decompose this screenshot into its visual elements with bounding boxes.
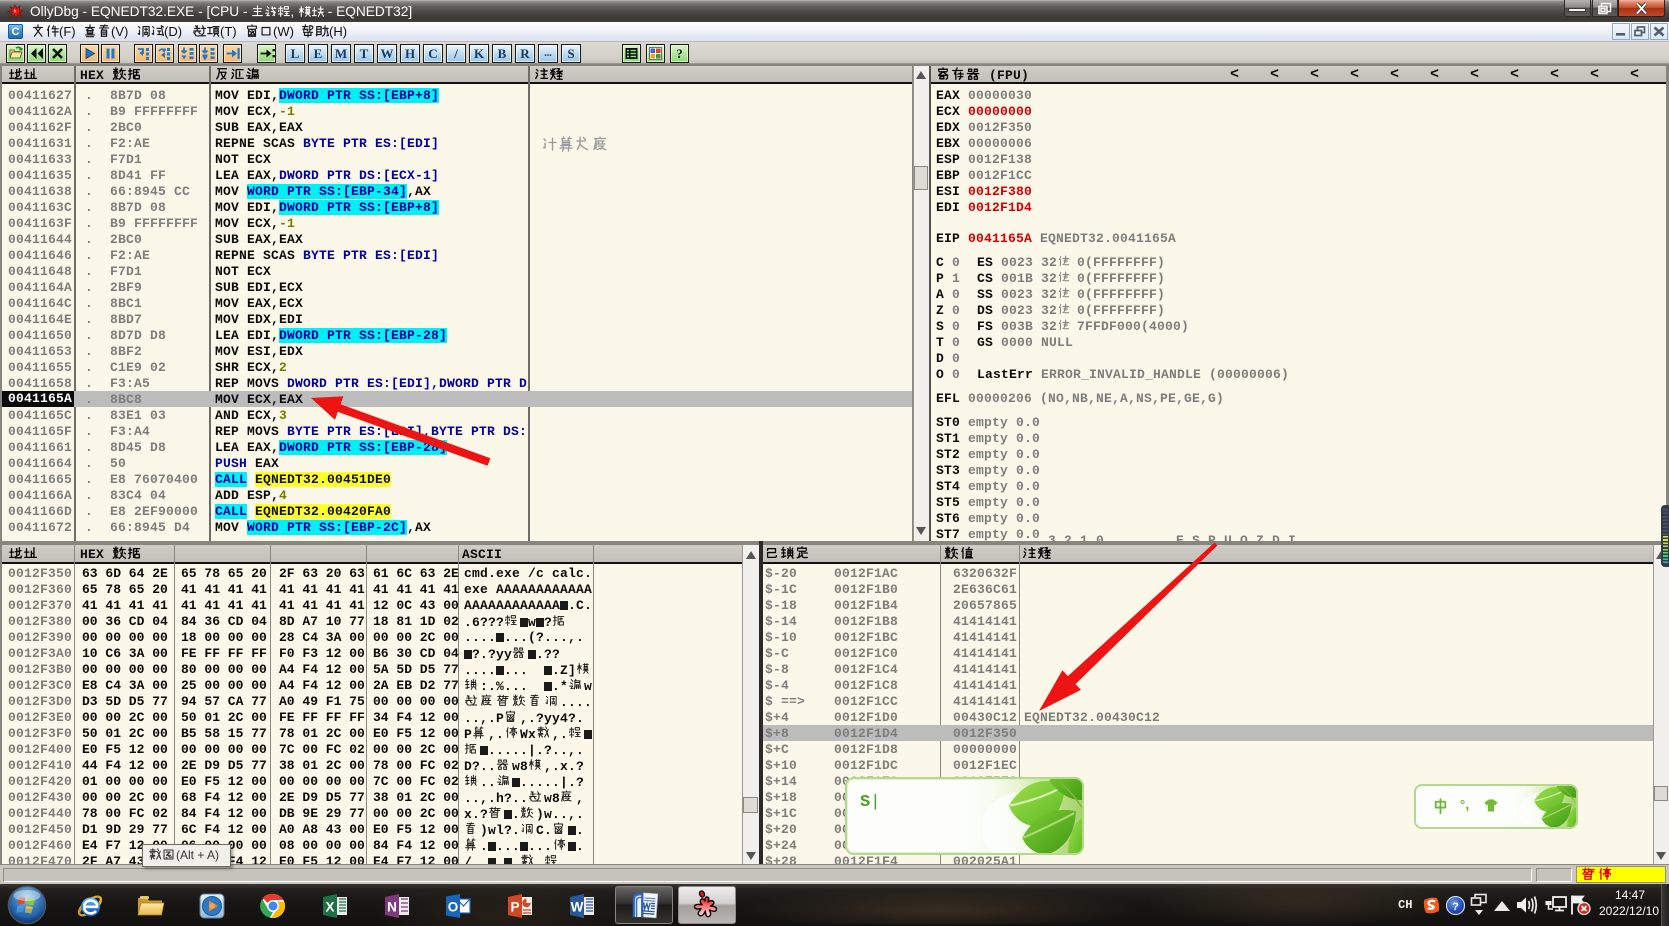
svg-text:?: ?: [676, 46, 683, 61]
svg-text:O: O: [448, 900, 459, 915]
svg-text:W: W: [571, 900, 584, 915]
svg-text:N: N: [387, 900, 397, 915]
svg-text:?: ?: [1452, 901, 1459, 913]
svg-text:P: P: [510, 900, 519, 915]
svg-text:X: X: [325, 900, 334, 915]
